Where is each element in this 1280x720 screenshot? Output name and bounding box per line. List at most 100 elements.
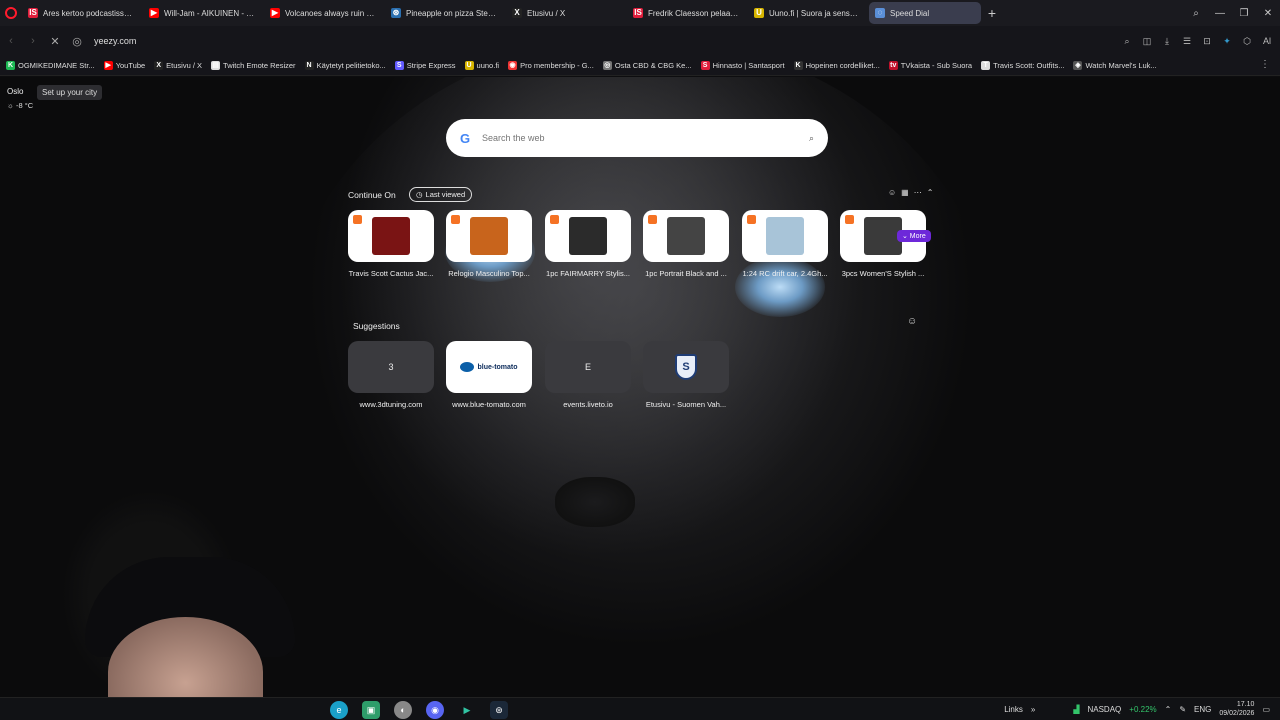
steam-icon[interactable]: ⊛ <box>490 701 508 719</box>
notifications-icon[interactable]: ▭ <box>1262 705 1270 714</box>
suggestion-tile[interactable]: S <box>643 341 729 393</box>
speed-dial-page: Oslo Set up your city ☼ -8 °C G ⌕ Contin… <box>0 77 1280 697</box>
weather-temp: ☼ -8 °C <box>7 101 34 110</box>
suggestion-tile[interactable]: blue-tomato <box>446 341 532 393</box>
url-field[interactable]: yeezy.com <box>94 36 136 46</box>
suggestions-smiley-icon[interactable]: ☺ <box>907 316 917 327</box>
bookmark-item[interactable]: S Hinnasto | Santasport <box>700 61 785 70</box>
tray-expand-icon[interactable]: ⌃ <box>1165 705 1172 714</box>
bookmark-item[interactable]: ◎ Osta CBD & CBG Ke... <box>602 61 692 70</box>
bookmark-favicon-icon: T <box>981 61 991 70</box>
tab-0[interactable]: IS Ares kertoo podcastissa vi <box>22 2 140 24</box>
tab-1[interactable]: ▶ Will-Jam - AIKUINEN - Yo <box>143 2 261 24</box>
last-viewed-filter[interactable]: ◷ Last viewed <box>409 187 473 202</box>
vpn-icon[interactable]: ⊡ <box>1198 36 1216 47</box>
bookmark-item[interactable]: tv TVkaista - Sub Suora <box>888 61 972 70</box>
more-options-icon[interactable]: ⋯ <box>914 188 922 197</box>
ticker-name[interactable]: NASDAQ <box>1087 705 1121 714</box>
shop-badge-icon <box>353 215 362 224</box>
bookmark-favicon-icon: X <box>154 61 164 70</box>
bookmark-item[interactable]: S Stripe Express <box>394 61 456 70</box>
collapse-icon[interactable]: ⌃ <box>927 188 934 197</box>
more-button[interactable]: ⌄ More <box>897 230 931 242</box>
bookmarks-overflow-icon[interactable]: ⋮ <box>1260 59 1270 70</box>
stop-loading-button[interactable]: ✕ <box>44 35 66 48</box>
edge-icon[interactable]: e <box>330 701 348 719</box>
suggestion-tile[interactable]: E <box>545 341 631 393</box>
close-window-button[interactable]: ✕ <box>1256 8 1280 19</box>
continue-on-label[interactable]: 1pc FAIRMARRY Stylis... <box>542 269 634 278</box>
bookmark-item[interactable]: N Käytetyt pelitietoko... <box>304 61 386 70</box>
tab-2[interactable]: ▶ Volcanoes always ruin the <box>264 2 382 24</box>
bookmark-favicon-icon: ◈ <box>1073 61 1083 70</box>
bookmark-item[interactable]: Uuuno.fi <box>464 61 500 70</box>
aria-ai-icon[interactable]: Al <box>1258 36 1276 46</box>
links-toolbar[interactable]: Links <box>1004 705 1023 714</box>
new-tab-button[interactable]: + <box>981 2 1003 24</box>
tab-4[interactable]: X Etusivu / X <box>506 2 624 24</box>
bookmark-favicon-icon: tv <box>888 61 898 70</box>
bookmark-item[interactable]: ▶ YouTube <box>103 61 145 70</box>
bookmark-item[interactable]: K Hopeinen cordelliket... <box>793 61 880 70</box>
continue-on-label[interactable]: Relogio Masculino Top... <box>443 269 535 278</box>
continue-on-card[interactable] <box>643 210 729 262</box>
continue-on-card[interactable] <box>742 210 828 262</box>
pen-icon[interactable]: ✎ <box>1179 705 1186 714</box>
easy-setup-icon[interactable]: ☰ <box>1178 36 1196 47</box>
opera-menu-button[interactable] <box>0 0 22 26</box>
tab-6[interactable]: U Uuno.fi | Suora ja sensuroi <box>748 2 866 24</box>
clock[interactable]: 17.10 09/02/2026 <box>1219 700 1254 718</box>
language-indicator[interactable]: ENG <box>1194 705 1211 714</box>
bookmark-item[interactable]: X Etusivu / X <box>154 61 202 70</box>
suggestion-label[interactable]: events.liveto.io <box>542 400 634 409</box>
download-icon[interactable]: ⤓ <box>1158 36 1176 47</box>
store-icon[interactable]: ▣ <box>362 701 380 719</box>
streamlabs-icon[interactable]: ▶ <box>458 701 476 719</box>
minimize-button[interactable]: — <box>1208 8 1232 19</box>
bookmark-item[interactable]: K OGMIKEDIMANE Str... <box>6 61 95 70</box>
search-icon[interactable]: ⌕ <box>809 133 814 144</box>
grid-icon[interactable]: ▦ <box>901 188 909 197</box>
weather-city[interactable]: Oslo <box>7 87 23 96</box>
bookmark-label: Pro membership - G... <box>520 61 594 70</box>
search-icon[interactable]: ⌕ <box>1118 36 1136 47</box>
google-icon: G <box>460 130 471 146</box>
continue-on-card[interactable] <box>545 210 631 262</box>
tab-search-icon[interactable]: ⌕ <box>1184 8 1208 19</box>
snapshot-icon[interactable]: ◫ <box>1138 36 1156 47</box>
continue-on-label[interactable]: 1pc Portrait Black and ... <box>640 269 732 278</box>
bookmark-item[interactable]: ◈ Watch Marvel's Luk... <box>1073 61 1157 70</box>
back-button[interactable]: ‹ <box>0 35 22 47</box>
product-thumbnail <box>372 217 410 255</box>
suggestion-tile[interactable]: 3 <box>348 341 434 393</box>
tab-7[interactable]: ◌ Speed Dial <box>869 2 981 24</box>
continue-on-card[interactable] <box>348 210 434 262</box>
suggestion-label[interactable]: www.3dtuning.com <box>345 400 437 409</box>
suggestion-label[interactable]: www.blue-tomato.com <box>443 400 535 409</box>
bookmark-item[interactable]: T Travis Scott: Outfits... <box>981 61 1064 70</box>
forward-button[interactable]: › <box>22 35 44 47</box>
site-info-icon[interactable]: ◎ <box>66 35 88 48</box>
search-input[interactable] <box>482 133 809 143</box>
suggestion-label[interactable]: Etusivu - Suomen Vah... <box>640 400 732 409</box>
maximize-button[interactable]: ❐ <box>1232 8 1256 19</box>
smiley-icon[interactable]: ☺ <box>888 188 896 197</box>
discord-icon[interactable]: ◉ <box>426 701 444 719</box>
chevron-icon[interactable]: » <box>1031 705 1035 714</box>
chart-icon: ▟ <box>1073 704 1080 714</box>
search-box[interactable]: G ⌕ <box>446 119 828 157</box>
extension-icon[interactable]: ✦ <box>1218 36 1236 47</box>
bookmark-favicon-icon: ▶ <box>103 61 113 70</box>
continue-on-label[interactable]: 1:24 RC drift car, 2.4Gh... <box>739 269 831 278</box>
bookmark-label: Osta CBD & CBG Ke... <box>614 61 692 70</box>
app-icon[interactable]: ◐ <box>394 701 412 719</box>
continue-on-card[interactable] <box>446 210 532 262</box>
bookmark-label: uuno.fi <box>476 61 500 70</box>
settings-icon[interactable]: ⬡ <box>1238 36 1256 47</box>
continue-on-label[interactable]: 3pcs Women'S Stylish ... <box>837 269 929 278</box>
tab-5[interactable]: IS Fredrik Claesson pelaa Ver <box>627 2 745 24</box>
bookmark-item[interactable]: ◉ Pro membership - G... <box>508 61 594 70</box>
bookmark-item[interactable]: ▤ Twitch Emote Resizer <box>211 61 296 70</box>
continue-on-label[interactable]: Travis Scott Cactus Jac... <box>345 269 437 278</box>
tab-3[interactable]: ⊛ Pineapple on pizza Steam <box>385 2 503 24</box>
